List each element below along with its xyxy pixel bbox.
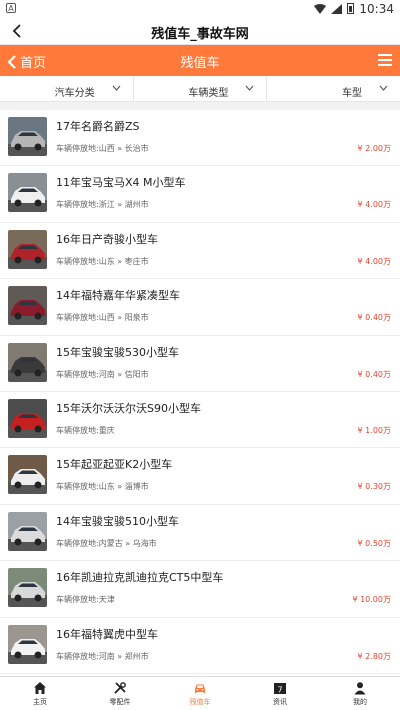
vehicle-location: 车辆停放地:山东 » 淄博市 <box>56 482 149 492</box>
list-item[interactable]: 14年宝骏宝骏510小型车车辆停放地:内蒙古 » 乌海市 ¥ 0.50万 <box>0 504 400 562</box>
clock: 10:34 <box>359 1 394 16</box>
filter-vehicle-type-label: 车辆类型 <box>188 88 229 99</box>
wifi-icon <box>314 3 327 14</box>
car-thumbnail <box>8 229 47 269</box>
vehicle-location: 车辆停放地:内蒙古 » 乌海市 <box>56 538 157 548</box>
tools-icon <box>114 682 126 694</box>
vehicle-location: 车辆停放地:重庆 <box>56 425 115 435</box>
car-thumbnail <box>8 286 47 326</box>
list-item[interactable]: 17年名爵名爵ZS 车辆停放地:山西 » 长治市 ¥ 2.00万 <box>0 110 400 167</box>
tab-news-label: 资讯 <box>273 698 287 706</box>
vehicle-price: ¥ 4.00万 <box>357 200 391 210</box>
vehicle-price: ¥ 0.30万 <box>357 482 391 492</box>
notification-icon: A <box>6 3 16 13</box>
home-icon <box>34 682 46 694</box>
filter-model[interactable]: 车型 <box>267 76 400 101</box>
filter-category[interactable]: 汽车分类 <box>0 76 134 101</box>
tab-parts-label: 零配件 <box>109 698 131 706</box>
vehicle-price: ¥ 0.40万 <box>357 313 391 323</box>
vehicle-location: 车辆停放地:天津 <box>56 595 115 605</box>
tab-news[interactable]: 7 资讯 <box>240 677 320 710</box>
list-item[interactable]: 11年宝马宝马X4 M小型车车辆停放地:浙江 » 湖州市 ¥ 4.00万 <box>0 166 400 223</box>
list-item[interactable]: 16年福特翼虎中型车车辆停放地:河南 » 郑州市 ¥ 2.80万 <box>0 617 400 674</box>
car-thumbnail <box>8 511 47 551</box>
tab-home-label: 主页 <box>33 698 47 706</box>
list-item[interactable]: 16年凯迪拉克凯迪拉克CT5中型车车辆停放地:天津 ¥ 10.00万 <box>0 561 400 618</box>
page-header: 首页 残值车 <box>0 45 400 76</box>
calendar-day: 7 <box>277 686 282 695</box>
vehicle-name: 14年宝骏宝骏510小型车 <box>56 514 179 528</box>
list-item[interactable]: 15年宝骏宝骏530小型车车辆停放地:河南 » 信阳市 ¥ 0.40万 <box>0 335 400 392</box>
car-thumbnail <box>8 398 47 438</box>
vehicle-price: ¥ 2.00万 <box>357 144 391 153</box>
signal-icon <box>331 3 343 14</box>
list-item[interactable]: 15年起亚起亚K2小型车车辆停放地:山东 » 淄博市 ¥ 0.30万 <box>0 448 400 505</box>
chevron-down-icon <box>379 85 388 91</box>
divider <box>0 102 400 110</box>
vehicle-price: ¥ 0.50万 <box>357 538 391 548</box>
list-item[interactable]: 16年日产奇骏小型车车辆停放地:山东 » 枣庄市 ¥ 4.00万 <box>0 222 400 280</box>
menu-icon[interactable] <box>378 54 392 67</box>
list-item[interactable]: 15年沃尔沃沃尔沃S90小型车车辆停放地:重庆 ¥ 1.00万 <box>0 391 400 449</box>
vehicle-name: 15年宝骏宝骏530小型车 <box>56 345 179 359</box>
vehicle-price: ¥ 2.80万 <box>357 651 391 661</box>
vehicle-name: 16年福特翼虎中型车 <box>56 627 158 641</box>
vehicle-name: 16年凯迪拉克凯迪拉克CT5中型车 <box>56 571 224 585</box>
filter-bar: 汽车分类 车辆类型 车型 <box>0 76 400 102</box>
battery-icon <box>347 3 355 14</box>
list-item[interactable]: 14年福特嘉年华紧凑型车车辆停放地:山西 » 阳泉市 ¥ 0.40万 <box>0 279 400 336</box>
vehicle-location: 车辆停放地:河南 » 信阳市 <box>56 369 149 379</box>
filter-category-label: 汽车分类 <box>54 88 95 99</box>
vehicle-location: 车辆停放地:浙江 » 湖州市 <box>56 200 149 210</box>
calendar-icon: 7 <box>274 683 286 695</box>
car-thumbnail <box>8 624 47 664</box>
vehicle-location: 车辆停放地:河南 » 郑州市 <box>56 651 149 661</box>
tab-salvage-cars-label: 残值车 <box>189 698 211 706</box>
vehicle-name: 16年日产奇骏小型车 <box>56 232 158 246</box>
vehicle-name: 14年福特嘉年华紧凑型车 <box>56 289 180 303</box>
vehicle-name: 15年沃尔沃沃尔沃S90小型车 <box>56 401 201 415</box>
bottom-tab-bar: 主页 零配件 残值车 7 资讯 我的 <box>0 676 400 710</box>
vehicle-name: 17年名爵名爵ZS <box>56 120 140 133</box>
filter-vehicle-type[interactable]: 车辆类型 <box>134 76 268 101</box>
vehicle-price: ¥ 4.00万 <box>357 256 391 266</box>
vehicle-name: 11年宝马宝马X4 M小型车 <box>56 176 186 190</box>
chevron-down-icon <box>245 85 254 91</box>
tab-parts[interactable]: 零配件 <box>80 677 160 710</box>
tab-home[interactable]: 主页 <box>0 677 80 710</box>
vehicle-price: ¥ 1.00万 <box>357 425 391 435</box>
chevron-down-icon <box>112 85 121 91</box>
user-icon <box>354 682 366 695</box>
car-thumbnail <box>8 173 47 213</box>
vehicle-price: ¥ 10.00万 <box>352 595 391 605</box>
tab-salvage-cars[interactable]: 残值车 <box>160 677 240 710</box>
car-thumbnail <box>8 455 47 495</box>
vehicle-location: 车辆停放地:山东 » 枣庄市 <box>56 256 149 266</box>
car-thumbnail <box>8 117 47 156</box>
car-thumbnail <box>8 342 47 382</box>
status-bar: A 10:34 <box>0 0 400 17</box>
vehicle-list: 17年名爵名爵ZS 车辆停放地:山西 » 长治市 ¥ 2.00万 11年宝马宝马X4 … <box>0 110 400 674</box>
vehicle-price: ¥ 0.40万 <box>357 369 391 379</box>
tab-profile[interactable]: 我的 <box>320 677 400 710</box>
car-thumbnail <box>8 568 47 608</box>
vehicle-location: 车辆停放地:山西 » 长治市 <box>56 144 149 153</box>
vehicle-location: 车辆停放地:山西 » 阳泉市 <box>56 313 149 323</box>
app-title-bar: 残值车_事故车网 <box>0 17 400 45</box>
filter-model-label: 车型 <box>342 88 363 99</box>
app-title: 残值车_事故车网 <box>151 27 249 42</box>
car-icon <box>195 684 205 693</box>
page-title: 残值车 <box>180 56 220 71</box>
tab-profile-label: 我的 <box>353 698 367 706</box>
vehicle-name: 15年起亚起亚K2小型车 <box>56 458 173 472</box>
